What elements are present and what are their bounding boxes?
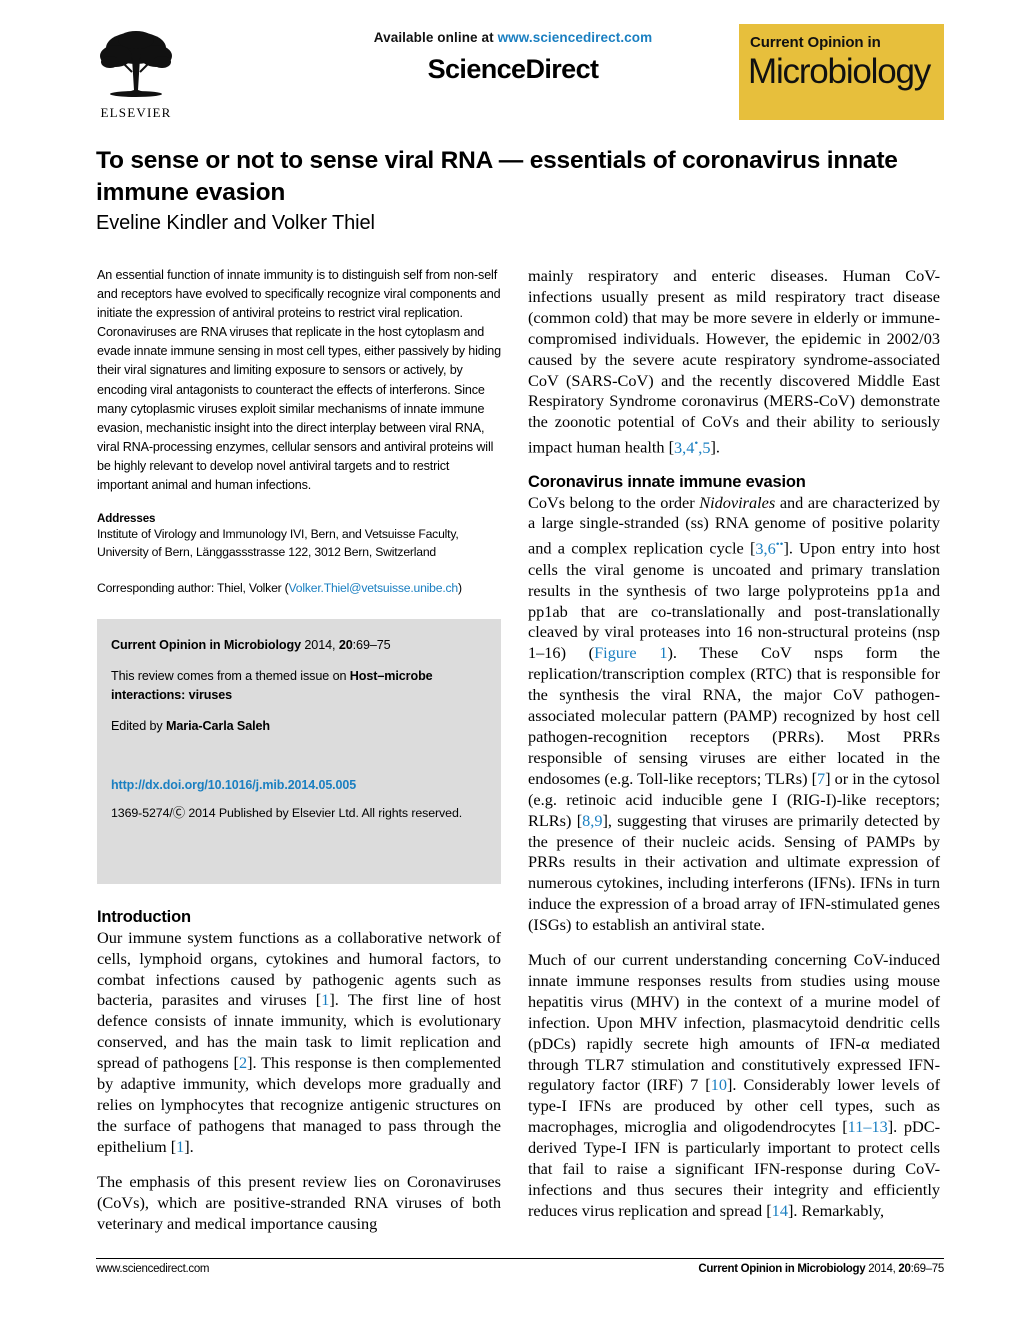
introduction-paragraph-2: The emphasis of this present review lies… xyxy=(97,1171,501,1233)
editor-name: Maria-Carla Saleh xyxy=(166,719,271,734)
footer-website[interactable]: www.sciencedirect.com xyxy=(96,1263,210,1275)
edited-by-prefix: Edited by xyxy=(111,719,167,734)
page-footer: www.sciencedirect.com Current Opinion in… xyxy=(96,1258,944,1275)
p2-a: Much of our current understanding concer… xyxy=(528,950,940,1095)
citation-volume: 20 xyxy=(338,637,353,652)
cont-p-b: ]. xyxy=(710,437,720,457)
addresses-heading: Addresses xyxy=(97,512,156,526)
footer-volume: 20 xyxy=(898,1263,911,1275)
citation-pages: :69–75 xyxy=(352,637,391,652)
title-block: To sense or not to sense viral RNA — ess… xyxy=(96,145,946,235)
corresponding-prefix: Corresponding author: Thiel, Volker ( xyxy=(97,580,289,595)
evasion-paragraph-2: Much of our current understanding concer… xyxy=(528,950,940,1222)
paper-page: ELSEVIER Available online at www.science… xyxy=(0,0,1020,1323)
abstract: An essential function of innate immunity… xyxy=(97,268,502,493)
sciencedirect-url[interactable]: www.sciencedirect.com xyxy=(498,30,653,45)
footer-citation: Current Opinion in Microbiology 2014, 20… xyxy=(698,1263,944,1275)
citation-journal: Current Opinion in Microbiology xyxy=(111,637,301,652)
citation-year: 2014, xyxy=(301,637,339,652)
article-title: To sense or not to sense viral RNA — ess… xyxy=(96,147,898,206)
doi-link[interactable]: http://dx.doi.org/10.1016/j.mib.2014.05.… xyxy=(111,778,487,792)
article-authors: Eveline Kindler and Volker Thiel xyxy=(96,212,375,234)
themed-issue-prefix: This review comes from a themed issue on xyxy=(111,669,350,684)
footer-journal-name: Current Opinion in Microbiology xyxy=(698,1263,866,1275)
evasion-paragraph-1: CoVs belong to the order Nidovirales and… xyxy=(528,493,940,936)
ref-3-6: 3,6 xyxy=(755,538,776,558)
masthead: ELSEVIER Available online at www.science… xyxy=(88,24,944,130)
reference-link-14[interactable]: 14 xyxy=(772,1201,788,1220)
nidovirales-italic: Nidovirales xyxy=(699,492,776,512)
journal-logo-line1: Current Opinion in xyxy=(750,34,881,51)
ref-3-4: 3,4 xyxy=(674,437,695,457)
corresponding-email-link[interactable]: Volker.Thiel@vetsuisse.unibe.ch xyxy=(289,581,459,595)
introduction-heading: Introduction xyxy=(97,907,191,926)
sciencedirect-wordmark: ScienceDirect xyxy=(427,54,599,84)
footer-pages: :69–75 xyxy=(910,1263,945,1275)
p1-d: ). These CoV nsps form the replication/t… xyxy=(528,643,940,788)
p1-a: CoVs belong to the order xyxy=(528,492,700,512)
available-online-prefix: Available online at xyxy=(373,30,498,45)
reference-link-3-4-5[interactable]: 3,4•,5 xyxy=(674,437,711,457)
journal-logo-line2: Microbiology xyxy=(748,52,931,91)
reference-link-11-13[interactable]: 11–13 xyxy=(848,1117,888,1136)
introduction-section: Introduction Our immune system functions… xyxy=(97,908,501,1235)
reference-link-8-9[interactable]: 8,9 xyxy=(582,811,602,830)
citation-line: Current Opinion in Microbiology 2014, 20… xyxy=(111,636,487,655)
ref-5: ,5 xyxy=(698,437,711,457)
intro-p1-d: ]. xyxy=(184,1136,194,1156)
p2-d: ]. Remarkably, xyxy=(787,1200,885,1220)
reference-link-10[interactable]: 10 xyxy=(711,1075,727,1094)
journal-logo: Current Opinion in Microbiology xyxy=(739,24,944,120)
coronavirus-evasion-heading: Coronavirus innate immune evasion xyxy=(528,472,806,491)
reference-link-2[interactable]: 2 xyxy=(239,1053,247,1072)
reference-link-3-6[interactable]: 3,6•• xyxy=(755,538,783,558)
right-column: mainly respiratory and enteric diseases.… xyxy=(528,266,940,1222)
continued-paragraph: mainly respiratory and enteric diseases.… xyxy=(528,266,940,459)
journal-info-box: Current Opinion in Microbiology 2014, 20… xyxy=(97,618,501,884)
elsevier-logo: ELSEVIER xyxy=(88,28,184,121)
sciencedirect-block: Available online at www.sciencedirect.co… xyxy=(278,30,748,85)
addresses-body: Institute of Virology and Immunology IVI… xyxy=(97,527,459,560)
elsevier-tree-icon xyxy=(100,31,172,97)
available-online-line: Available online at www.sciencedirect.co… xyxy=(278,30,748,45)
themed-issue-line: This review comes from a themed issue on… xyxy=(111,667,487,704)
corresponding-author: Corresponding author: Thiel, Volker (Vol… xyxy=(97,579,501,597)
reference-link-7[interactable]: 7 xyxy=(817,769,825,788)
left-column: An essential function of innate immunity… xyxy=(97,266,501,1234)
copyright-line: 1369-5274/Ⓒ 2014 Published by Elsevier L… xyxy=(111,805,463,820)
figure-1-link[interactable]: Figure 1 xyxy=(594,643,667,662)
elsevier-wordmark: ELSEVIER xyxy=(100,105,172,120)
footer-year: 2014, xyxy=(865,1263,899,1275)
cont-p-a: mainly respiratory and enteric diseases.… xyxy=(528,266,940,457)
introduction-paragraph-1: Our immune system functions as a collabo… xyxy=(97,928,501,1158)
corresponding-suffix: ) xyxy=(458,580,462,595)
edited-by-line: Edited by Maria-Carla Saleh xyxy=(111,717,487,736)
